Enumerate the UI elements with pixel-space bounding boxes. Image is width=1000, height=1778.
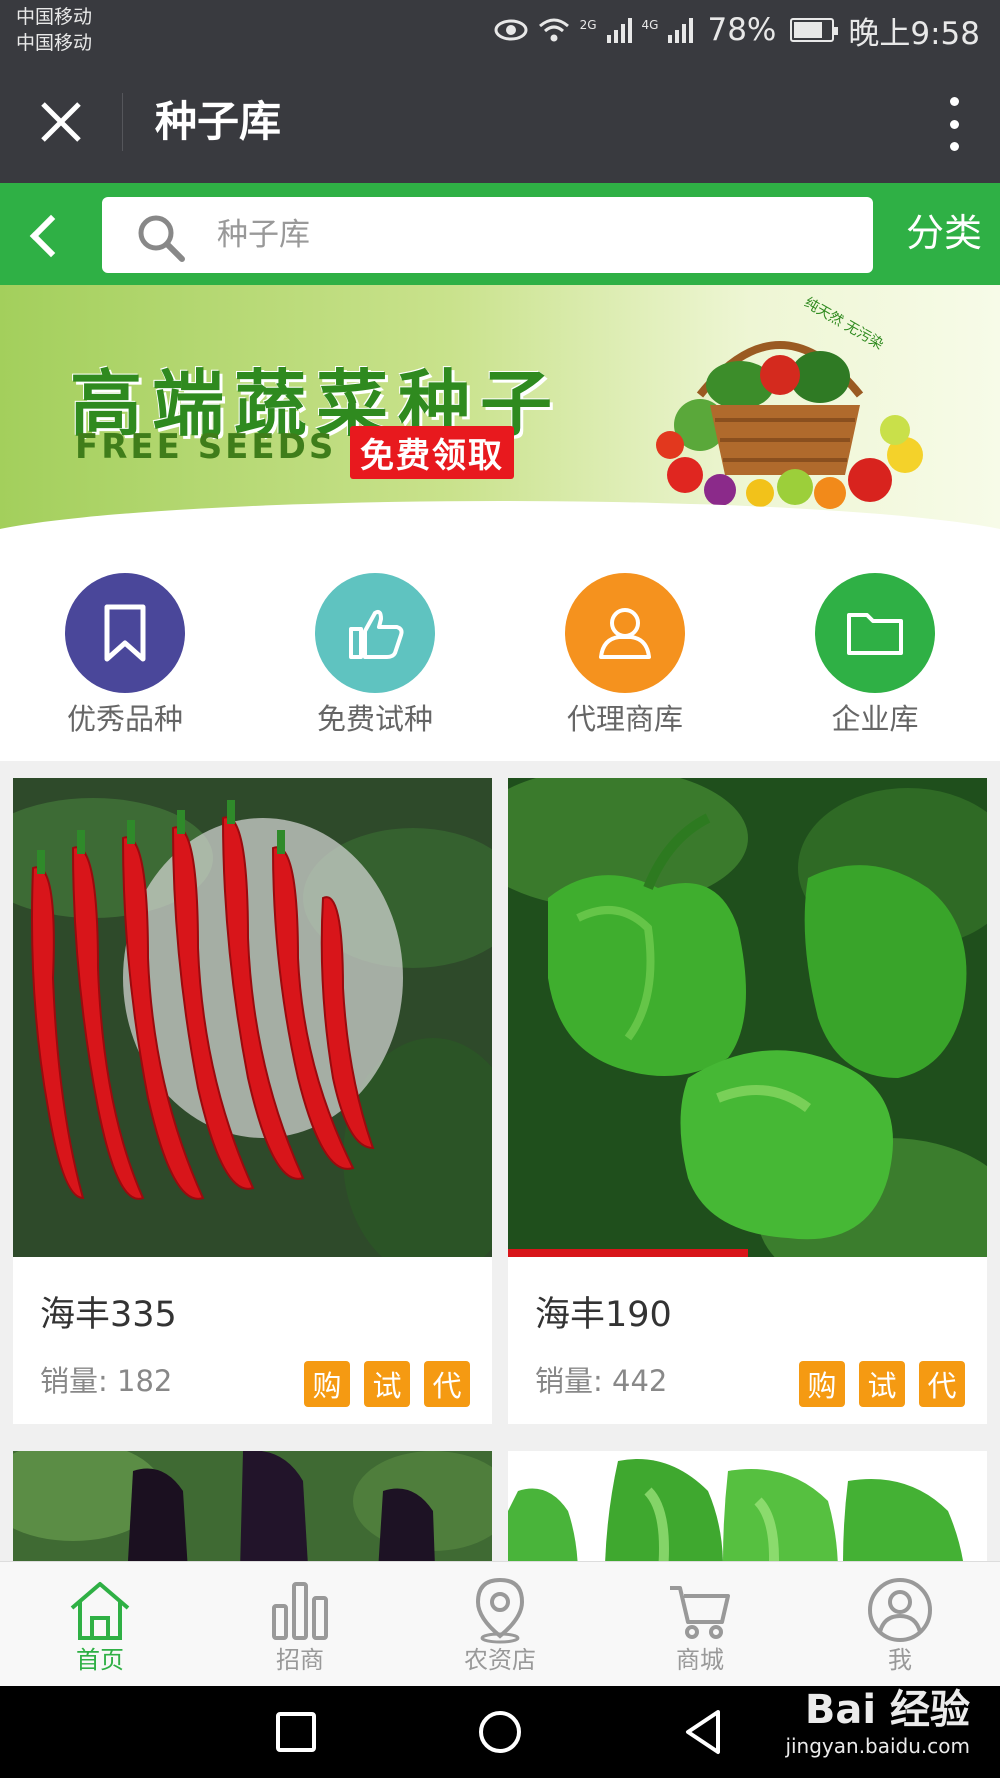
webview-title-bar: 种子库	[0, 61, 1000, 183]
buy-tag[interactable]: 购	[799, 1361, 845, 1407]
wifi-icon	[538, 18, 569, 42]
bookmark-icon	[65, 573, 185, 693]
product-image-bell-pepper	[508, 778, 987, 1257]
carrier-2: 中国移动	[16, 32, 93, 54]
product-card[interactable]	[13, 1451, 492, 1561]
signal-icon-2	[668, 17, 694, 43]
quick-nav-label: 代理商库	[566, 702, 683, 736]
product-sales: 销量: 442	[535, 1364, 668, 1398]
status-bar: 中国移动 中国移动 2G 4G 78% 晚上9:58	[0, 0, 1000, 61]
tab-label: 农资店	[464, 1646, 536, 1674]
close-icon	[41, 102, 81, 142]
user-icon	[565, 573, 685, 693]
network-type-2: 4G	[641, 18, 659, 32]
tab-label: 我	[888, 1646, 912, 1674]
quick-nav-item-free-trial[interactable]: 免费试种	[275, 573, 475, 739]
product-image-green-pepper	[508, 1451, 987, 1561]
tab-farm-store[interactable]: 农资店	[400, 1562, 600, 1686]
carrier-1: 中国移动	[16, 6, 93, 28]
search-header: 分类	[0, 183, 1000, 285]
location-pin-icon	[475, 1577, 525, 1644]
buy-tag[interactable]: 购	[304, 1361, 350, 1407]
search-icon	[134, 211, 188, 265]
quick-nav: 优秀品种 免费试种 代理商库 企业库	[0, 531, 1000, 761]
clock: 晚上9:58	[848, 15, 980, 52]
search-box[interactable]	[102, 197, 873, 273]
vegetable-basket-image	[656, 341, 923, 509]
page-title: 种子库	[155, 97, 282, 146]
eye-icon	[494, 19, 528, 41]
cart-icon	[670, 1586, 730, 1639]
agent-tag[interactable]: 代	[919, 1361, 965, 1407]
battery-percent: 78%	[707, 12, 777, 48]
product-image-chili	[13, 778, 492, 1257]
trial-tag[interactable]: 试	[859, 1361, 905, 1407]
quick-nav-label: 企业库	[831, 702, 919, 736]
carrier-info: 中国移动 中国移动	[16, 4, 92, 56]
battery-icon	[790, 18, 839, 42]
folder-icon	[815, 573, 935, 693]
product-grid: 海丰335 销量: 182 购 试 代 海丰190 销量: 442 购 试 代	[0, 761, 1000, 1561]
back-icon[interactable]	[678, 1706, 730, 1758]
tab-label: 商城	[676, 1646, 724, 1674]
tab-me[interactable]: 我	[800, 1562, 1000, 1686]
product-card[interactable]	[508, 1451, 987, 1561]
tab-mall[interactable]: 商城	[600, 1562, 800, 1686]
close-button[interactable]	[28, 89, 94, 155]
recent-apps-icon[interactable]	[270, 1706, 322, 1758]
product-name: 海丰335	[40, 1295, 177, 1335]
tab-investment[interactable]: 招商	[200, 1562, 400, 1686]
watermark-url: jingyan.baidu.com	[785, 1734, 970, 1758]
user-icon	[868, 1578, 932, 1642]
product-tags: 购 试 代	[799, 1361, 965, 1407]
product-tags: 购 试 代	[304, 1361, 470, 1407]
product-name: 海丰190	[535, 1295, 672, 1335]
home-icon	[70, 1582, 130, 1640]
quick-nav-item-excellent[interactable]: 优秀品种	[25, 573, 225, 739]
product-sales: 销量: 182	[40, 1364, 173, 1398]
quick-nav-item-agents[interactable]: 代理商库	[525, 573, 725, 739]
quick-nav-label: 免费试种	[316, 702, 433, 736]
promo-banner[interactable]: 高端蔬菜种子 FREE SEEDS 免费领取 纯天然 无污染	[0, 285, 1000, 531]
tab-home[interactable]: 首页	[0, 1562, 200, 1686]
bar-chart-icon	[272, 1582, 328, 1640]
agent-tag[interactable]: 代	[424, 1361, 470, 1407]
quick-nav-label: 优秀品种	[66, 702, 183, 736]
network-type-1: 2G	[579, 18, 597, 32]
bottom-tab-bar: 首页 招商 农资店 商城 我	[0, 1561, 1000, 1686]
status-icons: 2G 4G 78% 晚上9:58	[494, 8, 980, 52]
back-button[interactable]	[10, 197, 80, 271]
tab-label: 首页	[76, 1646, 124, 1674]
tab-label: 招商	[276, 1646, 324, 1674]
product-card[interactable]: 海丰190 销量: 442 购 试 代	[508, 778, 987, 1424]
thumbs-up-icon	[315, 573, 435, 693]
trial-tag[interactable]: 试	[364, 1361, 410, 1407]
category-button[interactable]: 分类	[906, 205, 982, 261]
baidu-watermark: Bai 经验 jingyan.baidu.com	[785, 1686, 970, 1758]
more-button[interactable]	[946, 97, 962, 151]
banner-subtitle: FREE SEEDS	[75, 427, 337, 467]
banner-badge: 免费领取	[350, 426, 514, 479]
product-card[interactable]: 海丰335 销量: 182 购 试 代	[13, 778, 492, 1424]
search-input[interactable]	[217, 207, 837, 263]
watermark-logo: Bai 经验	[804, 1687, 970, 1733]
signal-icon	[606, 17, 632, 43]
home-button-icon[interactable]	[474, 1706, 526, 1758]
more-vertical-icon	[949, 97, 959, 106]
product-image-eggplant	[13, 1451, 492, 1561]
divider	[122, 93, 123, 151]
quick-nav-item-enterprise[interactable]: 企业库	[775, 573, 975, 739]
